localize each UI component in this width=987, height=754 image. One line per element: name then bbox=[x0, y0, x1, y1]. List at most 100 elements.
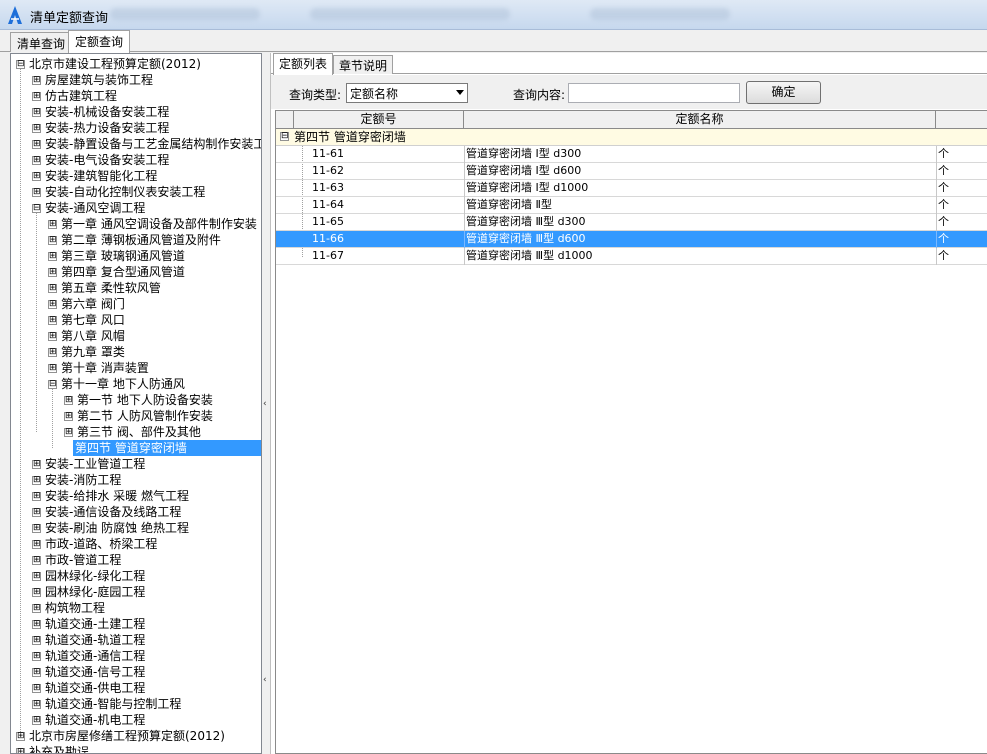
expand-icon[interactable]: ⊞ bbox=[16, 748, 25, 753]
expand-icon[interactable]: ⊞ bbox=[48, 236, 57, 245]
table-row[interactable]: 11-62 管道穿密闭墙 Ⅰ型 d600 个 bbox=[276, 163, 987, 180]
query-content-input[interactable] bbox=[568, 83, 740, 103]
tree-node-label[interactable]: 园林绿化-绿化工程 bbox=[43, 568, 147, 584]
table-row[interactable]: 11-65 管道穿密闭墙 Ⅲ型 d300 个 bbox=[276, 214, 987, 231]
tree-node-label[interactable]: 安装-建筑智能化工程 bbox=[43, 168, 159, 184]
header-quota-name[interactable]: 定额名称 bbox=[464, 111, 936, 129]
tree-node[interactable]: ⊞ 轨道交通-机电工程 bbox=[11, 712, 261, 728]
table-row[interactable]: 11-67 管道穿密闭墙 Ⅲ型 d1000 个 bbox=[276, 248, 987, 265]
tree-node-label[interactable]: 安装-机械设备安装工程 bbox=[43, 104, 171, 120]
tree-node[interactable]: ⊞ 安装-建筑智能化工程 bbox=[11, 168, 261, 184]
tree-node[interactable]: ⊞ 构筑物工程 bbox=[11, 600, 261, 616]
expand-icon[interactable]: ⊞ bbox=[32, 124, 41, 133]
tree-node-label[interactable]: 第一章 通风空调设备及部件制作安装 bbox=[59, 216, 259, 232]
tree-node-label[interactable]: 轨道交通-轨道工程 bbox=[43, 632, 147, 648]
expand-icon[interactable]: ⊞ bbox=[32, 92, 41, 101]
expand-icon[interactable]: ⊞ bbox=[48, 284, 57, 293]
expand-icon[interactable]: ⊞ bbox=[16, 732, 25, 741]
expand-icon[interactable]: ⊞ bbox=[48, 316, 57, 325]
tree-node-label[interactable]: 第八章 风帽 bbox=[59, 328, 127, 344]
tree-node-label[interactable]: 轨道交通-智能与控制工程 bbox=[43, 696, 183, 712]
collapse-icon[interactable]: ⊟ bbox=[16, 60, 25, 69]
expand-icon[interactable]: ⊞ bbox=[64, 428, 73, 437]
expand-icon[interactable]: ⊞ bbox=[32, 524, 41, 533]
tree-node-label[interactable]: 补充及勘误 bbox=[27, 744, 91, 753]
tree-node[interactable]: ⊞ 第二章 薄钢板通风管道及附件 bbox=[11, 232, 261, 248]
expand-icon[interactable]: ⊞ bbox=[48, 300, 57, 309]
tree-node[interactable]: ⊞ 北京市房屋修缮工程预算定额(2012) bbox=[11, 728, 261, 744]
collapse-left-arrow-icon[interactable]: ‹ bbox=[263, 674, 269, 686]
collapse-left-arrow-icon[interactable]: ‹ bbox=[263, 398, 269, 410]
tree-node-label[interactable]: 市政-管道工程 bbox=[43, 552, 123, 568]
tab-quota-query[interactable]: 定额查询 bbox=[68, 30, 131, 53]
tree-node[interactable]: ⊞ 安装-消防工程 bbox=[11, 472, 261, 488]
tree-node[interactable]: ⊞ 轨道交通-供电工程 bbox=[11, 680, 261, 696]
expand-icon[interactable]: ⊞ bbox=[32, 620, 41, 629]
tree-node-label[interactable]: 构筑物工程 bbox=[43, 600, 107, 616]
table-row[interactable]: 11-61 管道穿密闭墙 Ⅰ型 d300 个 bbox=[276, 146, 987, 163]
tree-node-label[interactable]: 轨道交通-土建工程 bbox=[43, 616, 147, 632]
expand-icon[interactable]: ⊞ bbox=[32, 172, 41, 181]
collapse-icon[interactable]: ⊟ bbox=[280, 132, 289, 141]
tree-node-label[interactable]: 第六章 阀门 bbox=[59, 296, 127, 312]
expand-icon[interactable]: ⊞ bbox=[48, 268, 57, 277]
expand-icon[interactable]: ⊞ bbox=[32, 476, 41, 485]
tree-node-label[interactable]: 第四章 复合型通风管道 bbox=[59, 264, 187, 280]
tree-node[interactable]: ⊞ 市政-管道工程 bbox=[11, 552, 261, 568]
tree-node-label[interactable]: 北京市房屋修缮工程预算定额(2012) bbox=[27, 728, 227, 744]
expand-icon[interactable]: ⊞ bbox=[32, 508, 41, 517]
tree-node[interactable]: ⊞ 安装-工业管道工程 bbox=[11, 456, 261, 472]
tree-node-label[interactable]: 安装-刷油 防腐蚀 绝热工程 bbox=[43, 520, 191, 536]
tree-node-label[interactable]: 安装-工业管道工程 bbox=[43, 456, 147, 472]
tree-node-label[interactable]: 安装-给排水 采暖 燃气工程 bbox=[43, 488, 191, 504]
tree-node[interactable]: ⊞ 第八章 风帽 bbox=[11, 328, 261, 344]
tree-node[interactable]: ⊞ 仿古建筑工程 bbox=[11, 88, 261, 104]
tree-node-label[interactable]: 园林绿化-庭园工程 bbox=[43, 584, 147, 600]
tree-node[interactable]: ⊞ 安装-给排水 采暖 燃气工程 bbox=[11, 488, 261, 504]
table-group-row[interactable]: ⊟ 第四节 管道穿密闭墙 bbox=[276, 129, 987, 146]
tree-node-label[interactable]: 安装-消防工程 bbox=[43, 472, 123, 488]
tree-node[interactable]: ⊞ 第七章 风口 bbox=[11, 312, 261, 328]
tree-node-label[interactable]: 仿古建筑工程 bbox=[43, 88, 119, 104]
tree-node[interactable]: ⊞ 第九章 罩类 bbox=[11, 344, 261, 360]
table-row-selected[interactable]: 11-66 管道穿密闭墙 Ⅲ型 d600 个 bbox=[276, 231, 987, 248]
expand-icon[interactable]: ⊞ bbox=[32, 540, 41, 549]
tree-node[interactable]: ⊞ 第十章 消声装置 bbox=[11, 360, 261, 376]
expand-icon[interactable]: ⊞ bbox=[32, 188, 41, 197]
tree-node-label[interactable]: 北京市建设工程预算定额(2012) bbox=[27, 56, 203, 72]
tree-node-label[interactable]: 第三章 玻璃钢通风管道 bbox=[59, 248, 187, 264]
table-row[interactable]: 11-64 管道穿密闭墙 Ⅱ型 个 bbox=[276, 197, 987, 214]
expand-icon[interactable]: ⊞ bbox=[32, 668, 41, 677]
tree-node[interactable]: ⊞ 园林绿化-庭园工程 bbox=[11, 584, 261, 600]
expand-icon[interactable]: ⊞ bbox=[48, 252, 57, 261]
expand-icon[interactable]: ⊞ bbox=[32, 716, 41, 725]
tree-node[interactable]: ⊞ 轨道交通-土建工程 bbox=[11, 616, 261, 632]
tree-node[interactable]: ⊞ 安装-机械设备安装工程 bbox=[11, 104, 261, 120]
tree-node-label[interactable]: 第二节 人防风管制作安装 bbox=[75, 408, 215, 424]
tree-node[interactable]: ⊞ 园林绿化-绿化工程 bbox=[11, 568, 261, 584]
tree-node[interactable]: ⊞ 第三节 阀、部件及其他 bbox=[11, 424, 261, 440]
tree-node-label[interactable]: 第十一章 地下人防通风 bbox=[59, 376, 187, 392]
expand-icon[interactable]: ⊞ bbox=[64, 412, 73, 421]
tree-node-label[interactable]: 第一节 地下人防设备安装 bbox=[75, 392, 215, 408]
tree-node-label[interactable]: 安装-热力设备安装工程 bbox=[43, 120, 171, 136]
query-type-select[interactable]: 定额名称 bbox=[346, 83, 468, 103]
tree-node[interactable]: ⊞ 房屋建筑与装饰工程 bbox=[11, 72, 261, 88]
quota-tree[interactable]: ⊟ 北京市建设工程预算定额(2012) ⊞ 房屋建筑与装饰工程 ⊞ 仿古建筑工程… bbox=[10, 53, 262, 754]
tree-node-label[interactable]: 安装-通风空调工程 bbox=[43, 200, 147, 216]
tree-node-label[interactable]: 安装-自动化控制仪表安装工程 bbox=[43, 184, 207, 200]
tree-node[interactable]: ⊞ 轨道交通-智能与控制工程 bbox=[11, 696, 261, 712]
tab-quota-list[interactable]: 定额列表 bbox=[273, 53, 334, 75]
pane-splitter[interactable]: ‹ ‹ bbox=[262, 53, 270, 754]
tree-node[interactable]: ⊞ 第六章 阀门 bbox=[11, 296, 261, 312]
expand-icon[interactable]: ⊞ bbox=[32, 108, 41, 117]
tree-node[interactable]: ⊞ 轨道交通-轨道工程 bbox=[11, 632, 261, 648]
expand-icon[interactable]: ⊞ bbox=[32, 460, 41, 469]
expand-icon[interactable]: ⊞ bbox=[32, 604, 41, 613]
tree-node[interactable]: ⊞ 第四章 复合型通风管道 bbox=[11, 264, 261, 280]
expand-icon[interactable]: ⊞ bbox=[32, 572, 41, 581]
expand-icon[interactable]: ⊞ bbox=[32, 636, 41, 645]
header-quota-code[interactable]: 定额号 bbox=[294, 111, 464, 129]
expand-icon[interactable]: ⊞ bbox=[48, 332, 57, 341]
expand-icon[interactable]: ⊞ bbox=[32, 684, 41, 693]
